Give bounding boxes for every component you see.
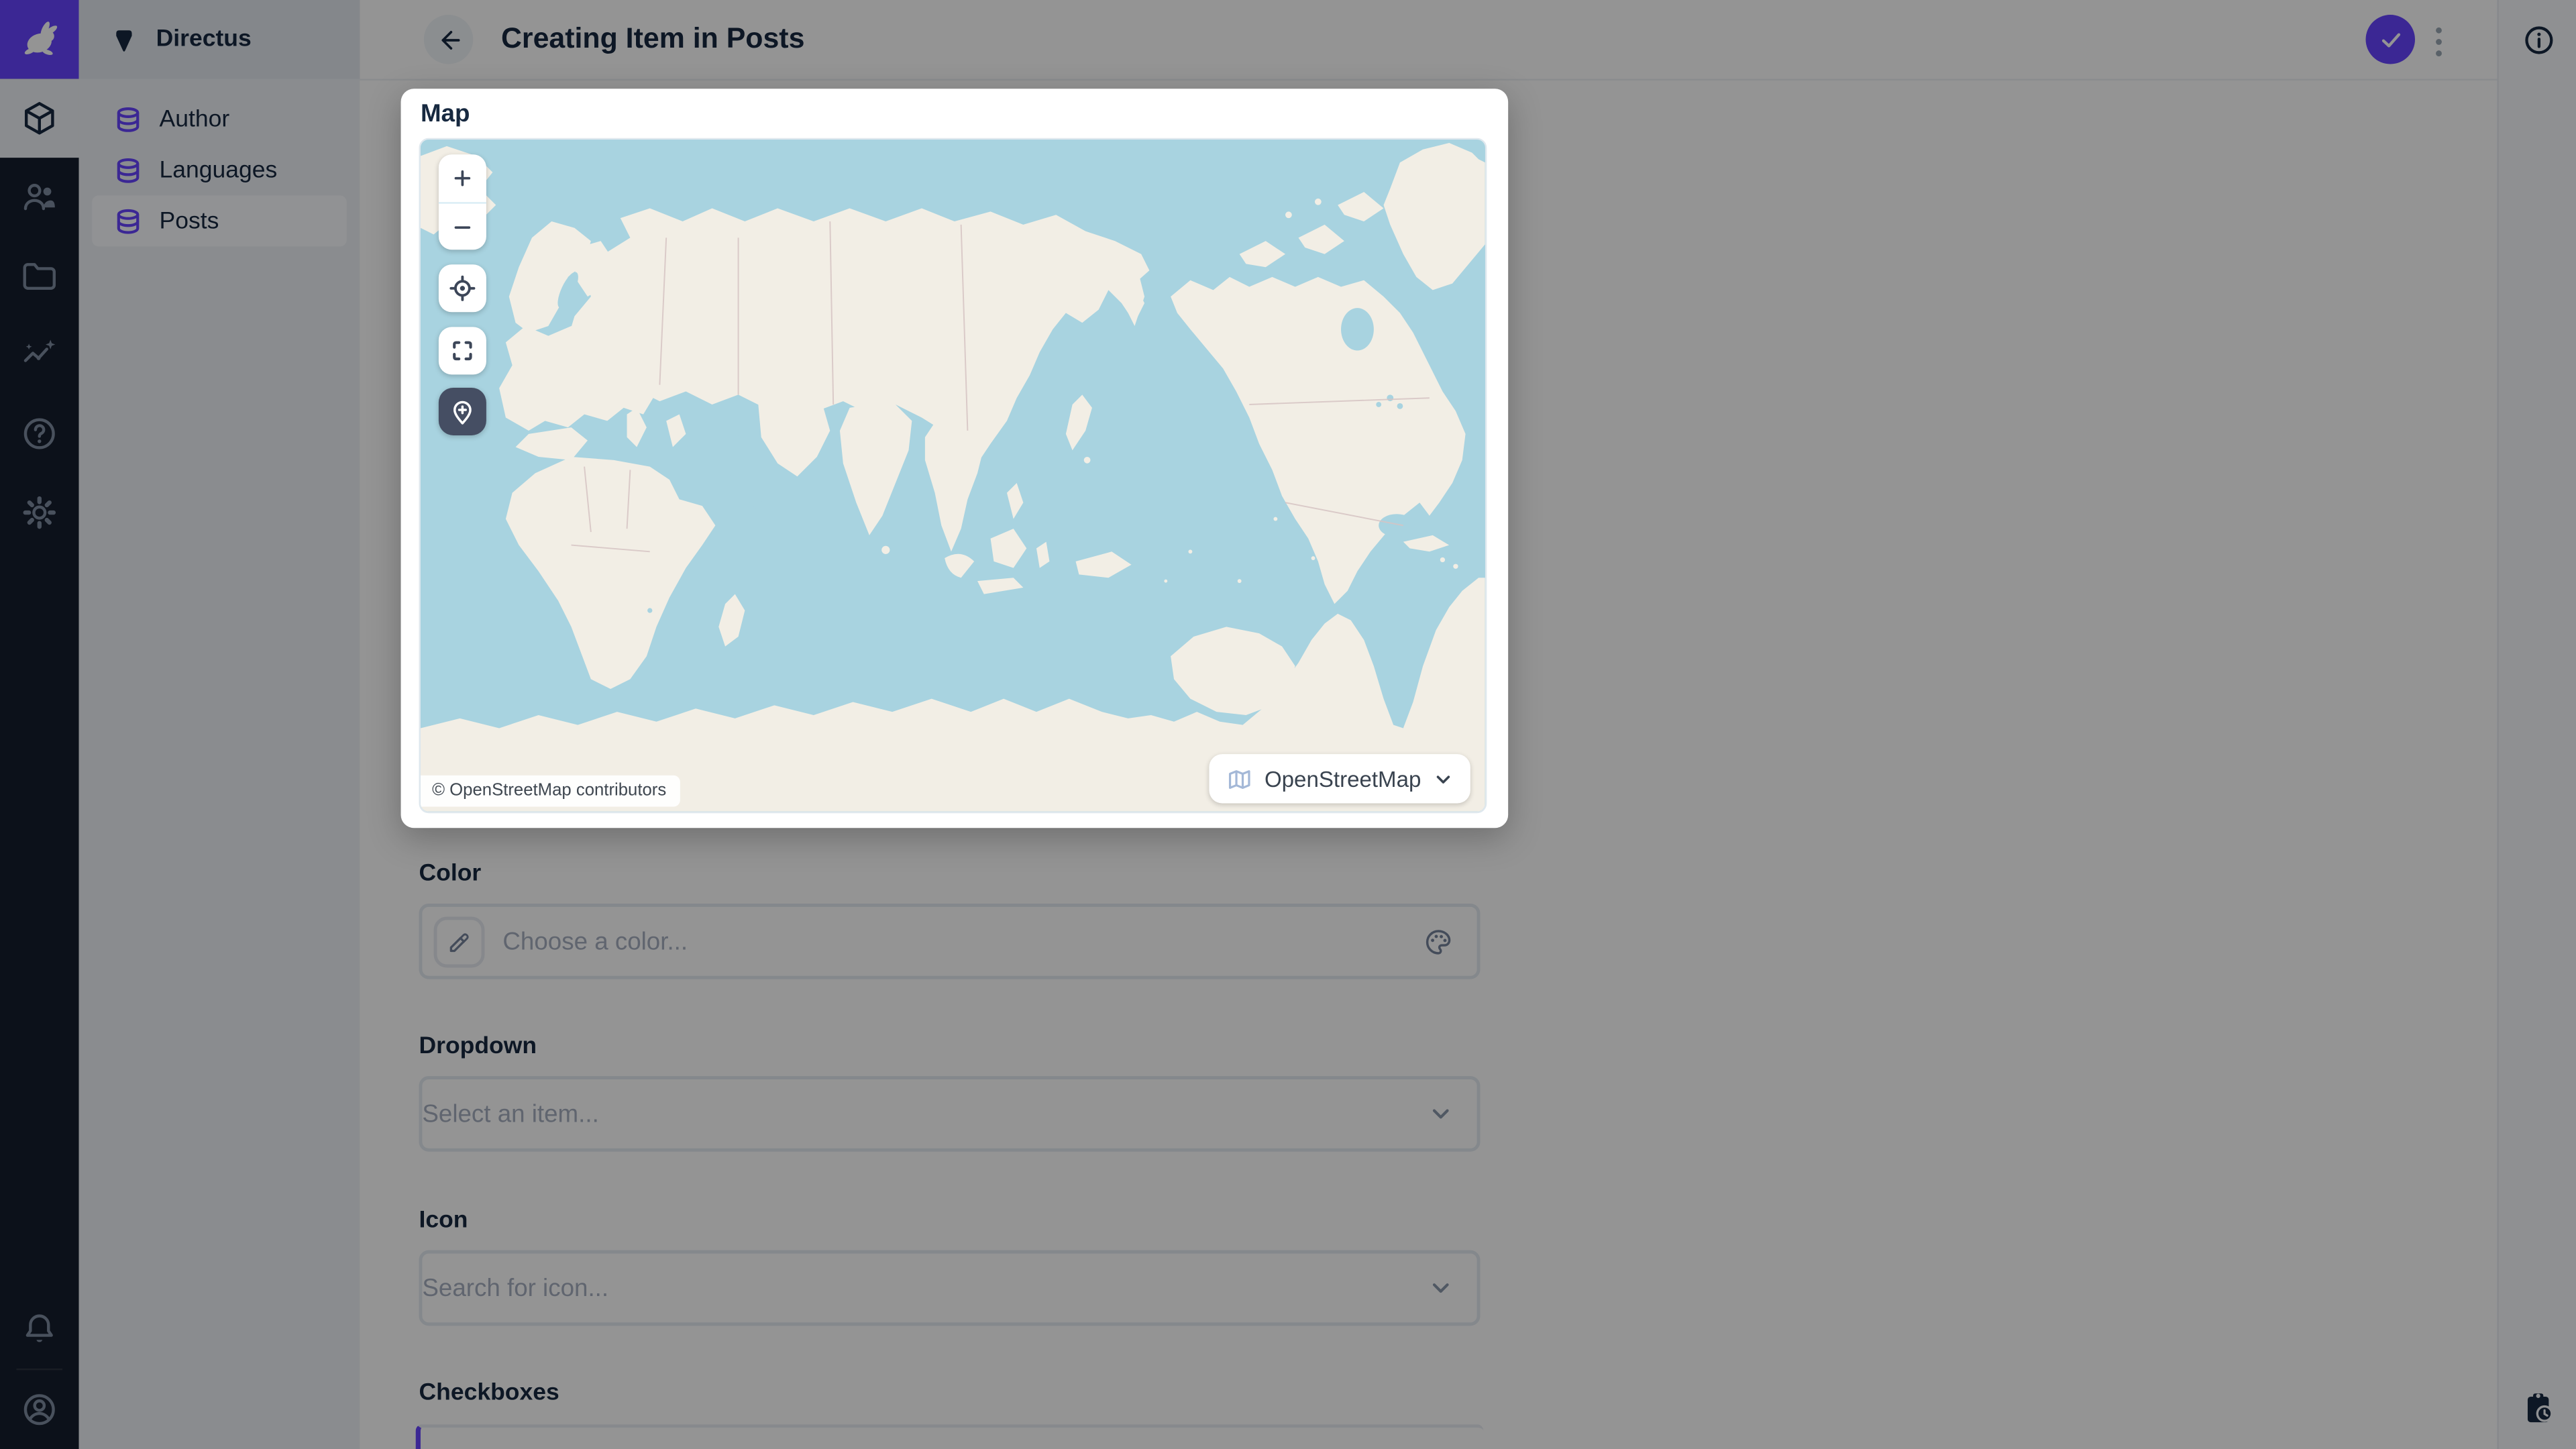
add-location-icon [453,400,472,425]
map-attribution: © OpenStreetMap contributors [420,775,680,807]
pick-location-button[interactable] [438,387,486,435]
chevron-down-icon [1436,775,1450,783]
zoom-in-button[interactable] [438,154,486,203]
app: Directus Author Languages Posts Creating… [0,0,2576,1449]
world-map [420,140,1485,812]
plus-icon [454,170,471,186]
map-field-label: Map [420,100,470,129]
minus-icon [454,225,471,228]
fullscreen-icon [453,341,472,361]
map-field-card: Map © OpenStreetMap contributors OpenStr… [400,89,1509,828]
geolocate-button[interactable] [438,264,486,313]
map-icon [1228,769,1250,788]
zoom-controls [438,154,486,250]
map-canvas[interactable]: © OpenStreetMap contributors OpenStreetM… [419,138,1487,814]
basemap-label: OpenStreetMap [1264,766,1421,792]
basemap-selector[interactable]: OpenStreetMap [1208,754,1470,804]
geolocate-icon [449,275,476,301]
zoom-out-button[interactable] [439,203,486,250]
fullscreen-button[interactable] [438,327,486,375]
